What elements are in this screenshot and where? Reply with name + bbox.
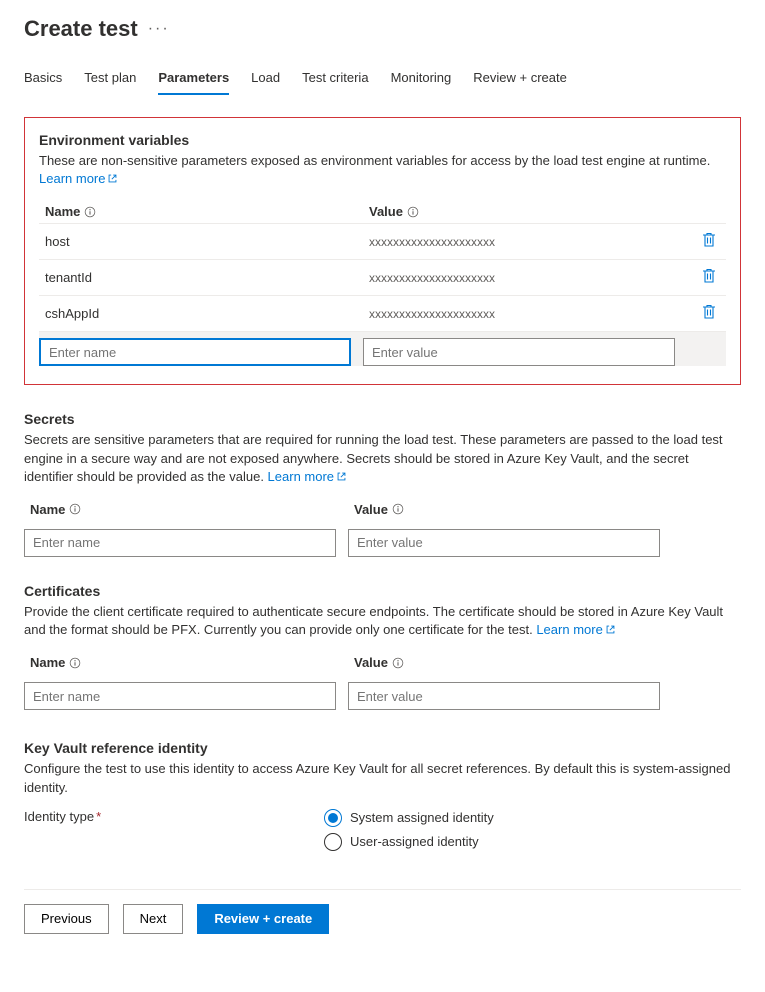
certs-name-input[interactable]: [24, 682, 336, 710]
secrets-learn-more-link[interactable]: Learn more: [268, 469, 347, 484]
certs-col-value: Value: [354, 655, 388, 670]
tab-test-criteria[interactable]: Test criteria: [302, 64, 368, 95]
info-icon[interactable]: [69, 657, 81, 669]
tab-load[interactable]: Load: [251, 64, 280, 95]
secrets-section: Secrets Secrets are sensitive parameters…: [24, 411, 741, 557]
review-create-button[interactable]: Review + create: [197, 904, 329, 934]
env-learn-more-link[interactable]: Learn more: [39, 171, 118, 186]
tab-parameters[interactable]: Parameters: [158, 64, 229, 95]
env-vars-title: Environment variables: [39, 132, 726, 148]
more-actions-icon[interactable]: ···: [148, 20, 170, 38]
env-row-value: xxxxxxxxxxxxxxxxxxxxx: [369, 307, 692, 321]
info-icon[interactable]: [407, 206, 419, 218]
kv-identity-type-label: Identity type*: [24, 809, 284, 824]
certs-learn-more-link[interactable]: Learn more: [536, 622, 615, 637]
certs-title: Certificates: [24, 583, 741, 599]
external-link-icon: [107, 173, 118, 184]
tab-review-create[interactable]: Review + create: [473, 64, 567, 95]
info-icon[interactable]: [392, 503, 404, 515]
env-col-value: Value: [369, 204, 403, 219]
tabs: Basics Test plan Parameters Load Test cr…: [24, 64, 741, 95]
env-row-name: tenantId: [39, 270, 369, 285]
kv-section: Key Vault reference identity Configure t…: [24, 740, 741, 850]
secrets-col-value: Value: [354, 502, 388, 517]
radio-checked-icon: [324, 809, 342, 827]
tab-basics[interactable]: Basics: [24, 64, 62, 95]
radio-system-assigned[interactable]: System assigned identity: [324, 809, 494, 827]
env-row-name: cshAppId: [39, 306, 369, 321]
certs-section: Certificates Provide the client certific…: [24, 583, 741, 710]
certs-col-name: Name: [30, 655, 65, 670]
env-row-value: xxxxxxxxxxxxxxxxxxxxx: [369, 271, 692, 285]
env-vars-section: Environment variables These are non-sens…: [24, 117, 741, 385]
env-name-input[interactable]: [39, 338, 351, 366]
env-row: tenantId xxxxxxxxxxxxxxxxxxxxx: [39, 260, 726, 296]
env-vars-desc: These are non-sensitive parameters expos…: [39, 152, 726, 188]
previous-button[interactable]: Previous: [24, 904, 109, 934]
next-button[interactable]: Next: [123, 904, 184, 934]
secrets-desc: Secrets are sensitive parameters that ar…: [24, 431, 741, 486]
secrets-value-input[interactable]: [348, 529, 660, 557]
env-row-name: host: [39, 234, 369, 249]
external-link-icon: [605, 624, 616, 635]
info-icon[interactable]: [84, 206, 96, 218]
radio-unchecked-icon: [324, 833, 342, 851]
delete-icon[interactable]: [702, 268, 716, 284]
kv-title: Key Vault reference identity: [24, 740, 741, 756]
secrets-title: Secrets: [24, 411, 741, 427]
env-col-name: Name: [45, 204, 80, 219]
delete-icon[interactable]: [702, 232, 716, 248]
tab-test-plan[interactable]: Test plan: [84, 64, 136, 95]
tab-monitoring[interactable]: Monitoring: [391, 64, 452, 95]
certs-desc: Provide the client certificate required …: [24, 603, 741, 639]
env-value-input[interactable]: [363, 338, 675, 366]
info-icon[interactable]: [392, 657, 404, 669]
footer: Previous Next Review + create: [24, 889, 741, 934]
radio-user-assigned[interactable]: User-assigned identity: [324, 833, 494, 851]
kv-desc: Configure the test to use this identity …: [24, 760, 741, 796]
info-icon[interactable]: [69, 503, 81, 515]
page-title: Create test: [24, 16, 138, 42]
env-row: host xxxxxxxxxxxxxxxxxxxxx: [39, 224, 726, 260]
certs-value-input[interactable]: [348, 682, 660, 710]
delete-icon[interactable]: [702, 304, 716, 320]
secrets-name-input[interactable]: [24, 529, 336, 557]
env-row: cshAppId xxxxxxxxxxxxxxxxxxxxx: [39, 296, 726, 332]
env-row-value: xxxxxxxxxxxxxxxxxxxxx: [369, 235, 692, 249]
secrets-col-name: Name: [30, 502, 65, 517]
external-link-icon: [336, 471, 347, 482]
